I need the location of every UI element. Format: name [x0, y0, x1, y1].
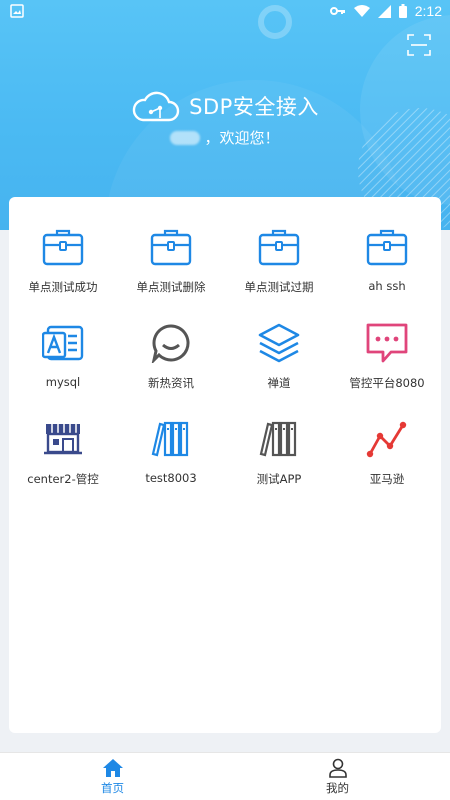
app-item[interactable]: 单点测试删除	[117, 225, 225, 297]
app-item[interactable]: 亚马逊	[333, 417, 441, 489]
scan-icon[interactable]	[407, 33, 431, 57]
image-notification-icon	[10, 4, 24, 18]
books-icon	[151, 421, 189, 457]
app-label: mysql	[45, 375, 81, 389]
briefcase-icon	[42, 229, 84, 266]
app-label: 测试APP	[256, 472, 302, 486]
app-item[interactable]: center2-管控	[9, 417, 117, 489]
tab-profile[interactable]: 我的	[225, 753, 450, 800]
status-time: 2:12	[414, 3, 442, 19]
tab-profile-label: 我的	[326, 780, 349, 795]
app-item[interactable]: 单点测试过期	[225, 225, 333, 297]
app-label: test8003	[145, 471, 197, 485]
app-item[interactable]: mysql	[9, 321, 117, 393]
message-dots-icon	[366, 323, 408, 363]
signal-icon	[377, 4, 391, 18]
welcome-text: ，欢迎您！	[204, 129, 280, 147]
briefcase-icon	[366, 229, 408, 266]
app-item[interactable]: 新热资讯	[117, 321, 225, 393]
tab-home-label: 首页	[101, 780, 124, 795]
app-item[interactable]: 禅道	[225, 321, 333, 393]
home-icon	[102, 758, 123, 777]
chat-smile-icon	[151, 324, 190, 363]
layers-icon	[258, 323, 300, 363]
briefcase-icon	[258, 229, 300, 266]
welcome-message: ，欢迎您！	[0, 127, 450, 148]
status-bar: 2:12	[0, 0, 450, 24]
wifi-icon	[353, 4, 370, 17]
books-gray-icon	[259, 421, 297, 457]
key-icon	[329, 7, 345, 15]
app-label: 禅道	[267, 376, 291, 390]
id-card-icon	[42, 325, 84, 361]
line-chart-icon	[366, 421, 407, 458]
bottom-tab-bar: 首页 我的	[0, 752, 450, 800]
app-item[interactable]: test8003	[117, 417, 225, 489]
app-grid: 单点测试成功 单点测试删除 单点测试过期 ah ssh mysql 新热资讯 禅…	[9, 225, 441, 489]
app-item[interactable]: 单点测试成功	[9, 225, 117, 297]
app-label: 单点测试成功	[28, 280, 98, 294]
app-label: center2-管控	[27, 472, 99, 486]
app-label: 亚马逊	[369, 472, 405, 486]
user-icon	[328, 758, 347, 778]
app-item[interactable]: 管控平台8080	[333, 321, 441, 393]
app-item[interactable]: 测试APP	[225, 417, 333, 489]
app-label: 管控平台8080	[349, 376, 425, 390]
cloud-logo-icon	[132, 91, 180, 122]
header-banner: 2:12 SDP安全接入 ，欢迎您！	[0, 0, 450, 230]
briefcase-icon	[150, 229, 192, 266]
blurred-username	[170, 130, 201, 145]
brand-title: SDP安全接入	[189, 95, 319, 119]
storefront-icon	[44, 424, 82, 455]
app-label: 单点测试过期	[244, 280, 314, 294]
app-label: 单点测试删除	[136, 280, 206, 294]
app-grid-card: 单点测试成功 单点测试删除 单点测试过期 ah ssh mysql 新热资讯 禅…	[9, 197, 441, 733]
tab-home[interactable]: 首页	[0, 753, 225, 800]
battery-icon	[398, 4, 407, 18]
app-label: 新热资讯	[148, 376, 194, 390]
app-item[interactable]: ah ssh	[333, 225, 441, 297]
brand: SDP安全接入	[0, 84, 450, 128]
app-label: ah ssh	[368, 279, 406, 293]
